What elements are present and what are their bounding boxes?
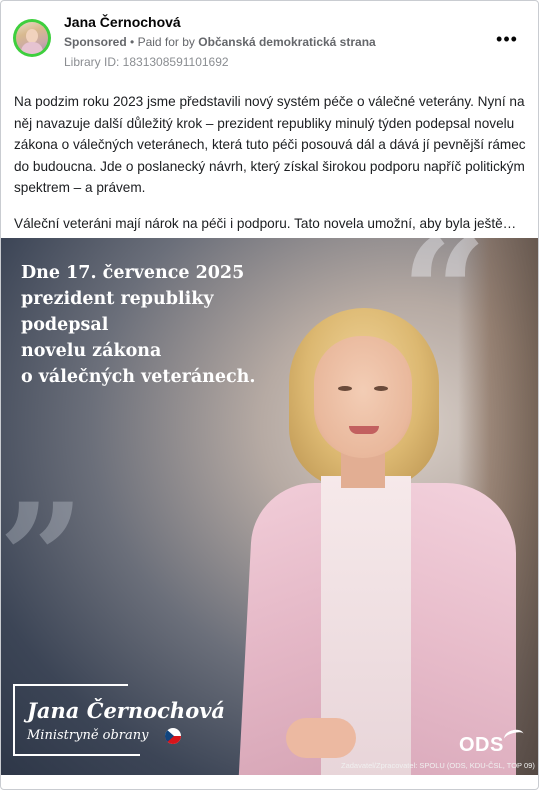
ods-logo: ODS	[459, 734, 504, 756]
advertiser-avatar[interactable]	[13, 19, 51, 57]
headline-line: novelu zákona	[21, 341, 162, 361]
headline-line: o válečných veteránech.	[21, 367, 256, 387]
quote-mark-decoration: „	[1, 385, 88, 561]
creative-headline: Dne 17. července 2025 prezident republik…	[21, 260, 351, 390]
dot-separator: •	[130, 35, 138, 49]
ad-card: Jana Černochová Sponsored • Paid for by …	[0, 0, 539, 790]
plate-person-name: Jana Černochová	[27, 698, 226, 723]
post-text: Na podzim roku 2023 jsme představili nov…	[14, 91, 529, 234]
library-id: Library ID: 1831308591101692	[64, 55, 229, 69]
post-paragraph-1: Na podzim roku 2023 jsme představili nov…	[14, 94, 526, 195]
name-plate: Jana Černochová Ministryně obrany	[13, 684, 263, 756]
avatar-image	[16, 22, 48, 54]
payer-name[interactable]: Občanská demokratická strana	[198, 35, 375, 49]
post-header: Jana Černochová Sponsored • Paid for by …	[1, 1, 538, 81]
headline-line: Dne 17. července 2025	[21, 263, 245, 283]
plate-person-role: Ministryně obrany	[27, 728, 149, 743]
sponsored-line: Sponsored • Paid for by Občanská demokra…	[64, 35, 376, 49]
headline-line: prezident republiky	[21, 289, 214, 309]
advertiser-name[interactable]: Jana Černochová	[64, 14, 181, 30]
sponsored-label: Sponsored	[64, 35, 127, 49]
paid-for-label: Paid for by	[137, 35, 195, 49]
more-horizontal-icon[interactable]: •••	[493, 30, 521, 51]
ad-creative-image[interactable]: “ „ Dne 17. července 2025 prezident repu…	[1, 238, 538, 775]
czech-flag-icon	[165, 728, 181, 744]
post-paragraph-2[interactable]: Váleční veteráni mají nárok na péči i po…	[14, 213, 529, 235]
headline-line: podepsal	[21, 315, 109, 335]
imprint-text: Zadavatel/Zpracovatel: SPOLU (ODS, KDU-Č…	[341, 761, 535, 770]
